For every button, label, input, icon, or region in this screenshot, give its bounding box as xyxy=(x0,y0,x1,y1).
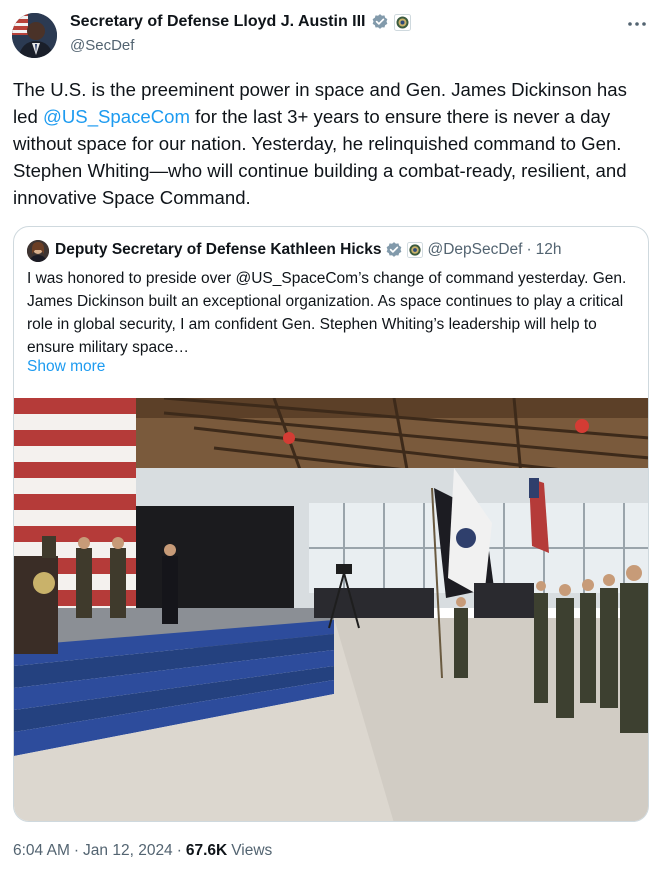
tweet-date[interactable]: Jan 12, 2024 xyxy=(83,842,173,860)
verified-badge-icon xyxy=(387,242,402,257)
dod-seal-icon[interactable] xyxy=(407,242,424,258)
quoted-tweet[interactable]: Deputy Secretary of Defense Kathleen Hic… xyxy=(13,226,649,822)
meta-separator: · xyxy=(73,842,80,859)
quoted-author-name[interactable]: Deputy Secretary of Defense Kathleen Hic… xyxy=(55,241,381,259)
quoted-author-handle[interactable]: @DepSecDef xyxy=(427,241,522,259)
tweet-meta: 6:04 AM · Jan 12, 2024 · 67.6K Views xyxy=(13,842,272,860)
views-count[interactable]: 67.6K xyxy=(186,842,227,860)
verified-badge-icon xyxy=(372,14,387,29)
quoted-timestamp[interactable]: 12h xyxy=(536,241,562,259)
quoted-text: I was honored to preside over @US_SpaceC… xyxy=(27,270,627,356)
quoted-author-avatar[interactable] xyxy=(27,240,49,262)
quoted-header: Deputy Secretary of Defense Kathleen Hic… xyxy=(55,241,562,259)
quoted-photo[interactable] xyxy=(14,398,649,822)
tweet-time[interactable]: 6:04 AM xyxy=(13,842,70,860)
author-avatar[interactable] xyxy=(12,13,57,58)
meta-separator: · xyxy=(176,842,182,859)
mention-link[interactable]: @US_SpaceCom xyxy=(43,106,190,127)
dod-seal-icon[interactable] xyxy=(393,13,411,31)
more-horizontal-icon[interactable] xyxy=(626,14,648,34)
author-name[interactable]: Secretary of Defense Lloyd J. Austin III xyxy=(70,13,366,31)
tweet-text: The U.S. is the preeminent power in spac… xyxy=(13,76,653,211)
show-more-link[interactable]: Show more xyxy=(27,358,105,376)
author-handle[interactable]: @SecDef xyxy=(70,37,134,54)
tweet: Secretary of Defense Lloyd J. Austin III… xyxy=(0,0,666,871)
views-label: Views xyxy=(231,842,273,859)
quoted-separator: · xyxy=(526,241,532,258)
author-name-row: Secretary of Defense Lloyd J. Austin III xyxy=(70,13,411,31)
